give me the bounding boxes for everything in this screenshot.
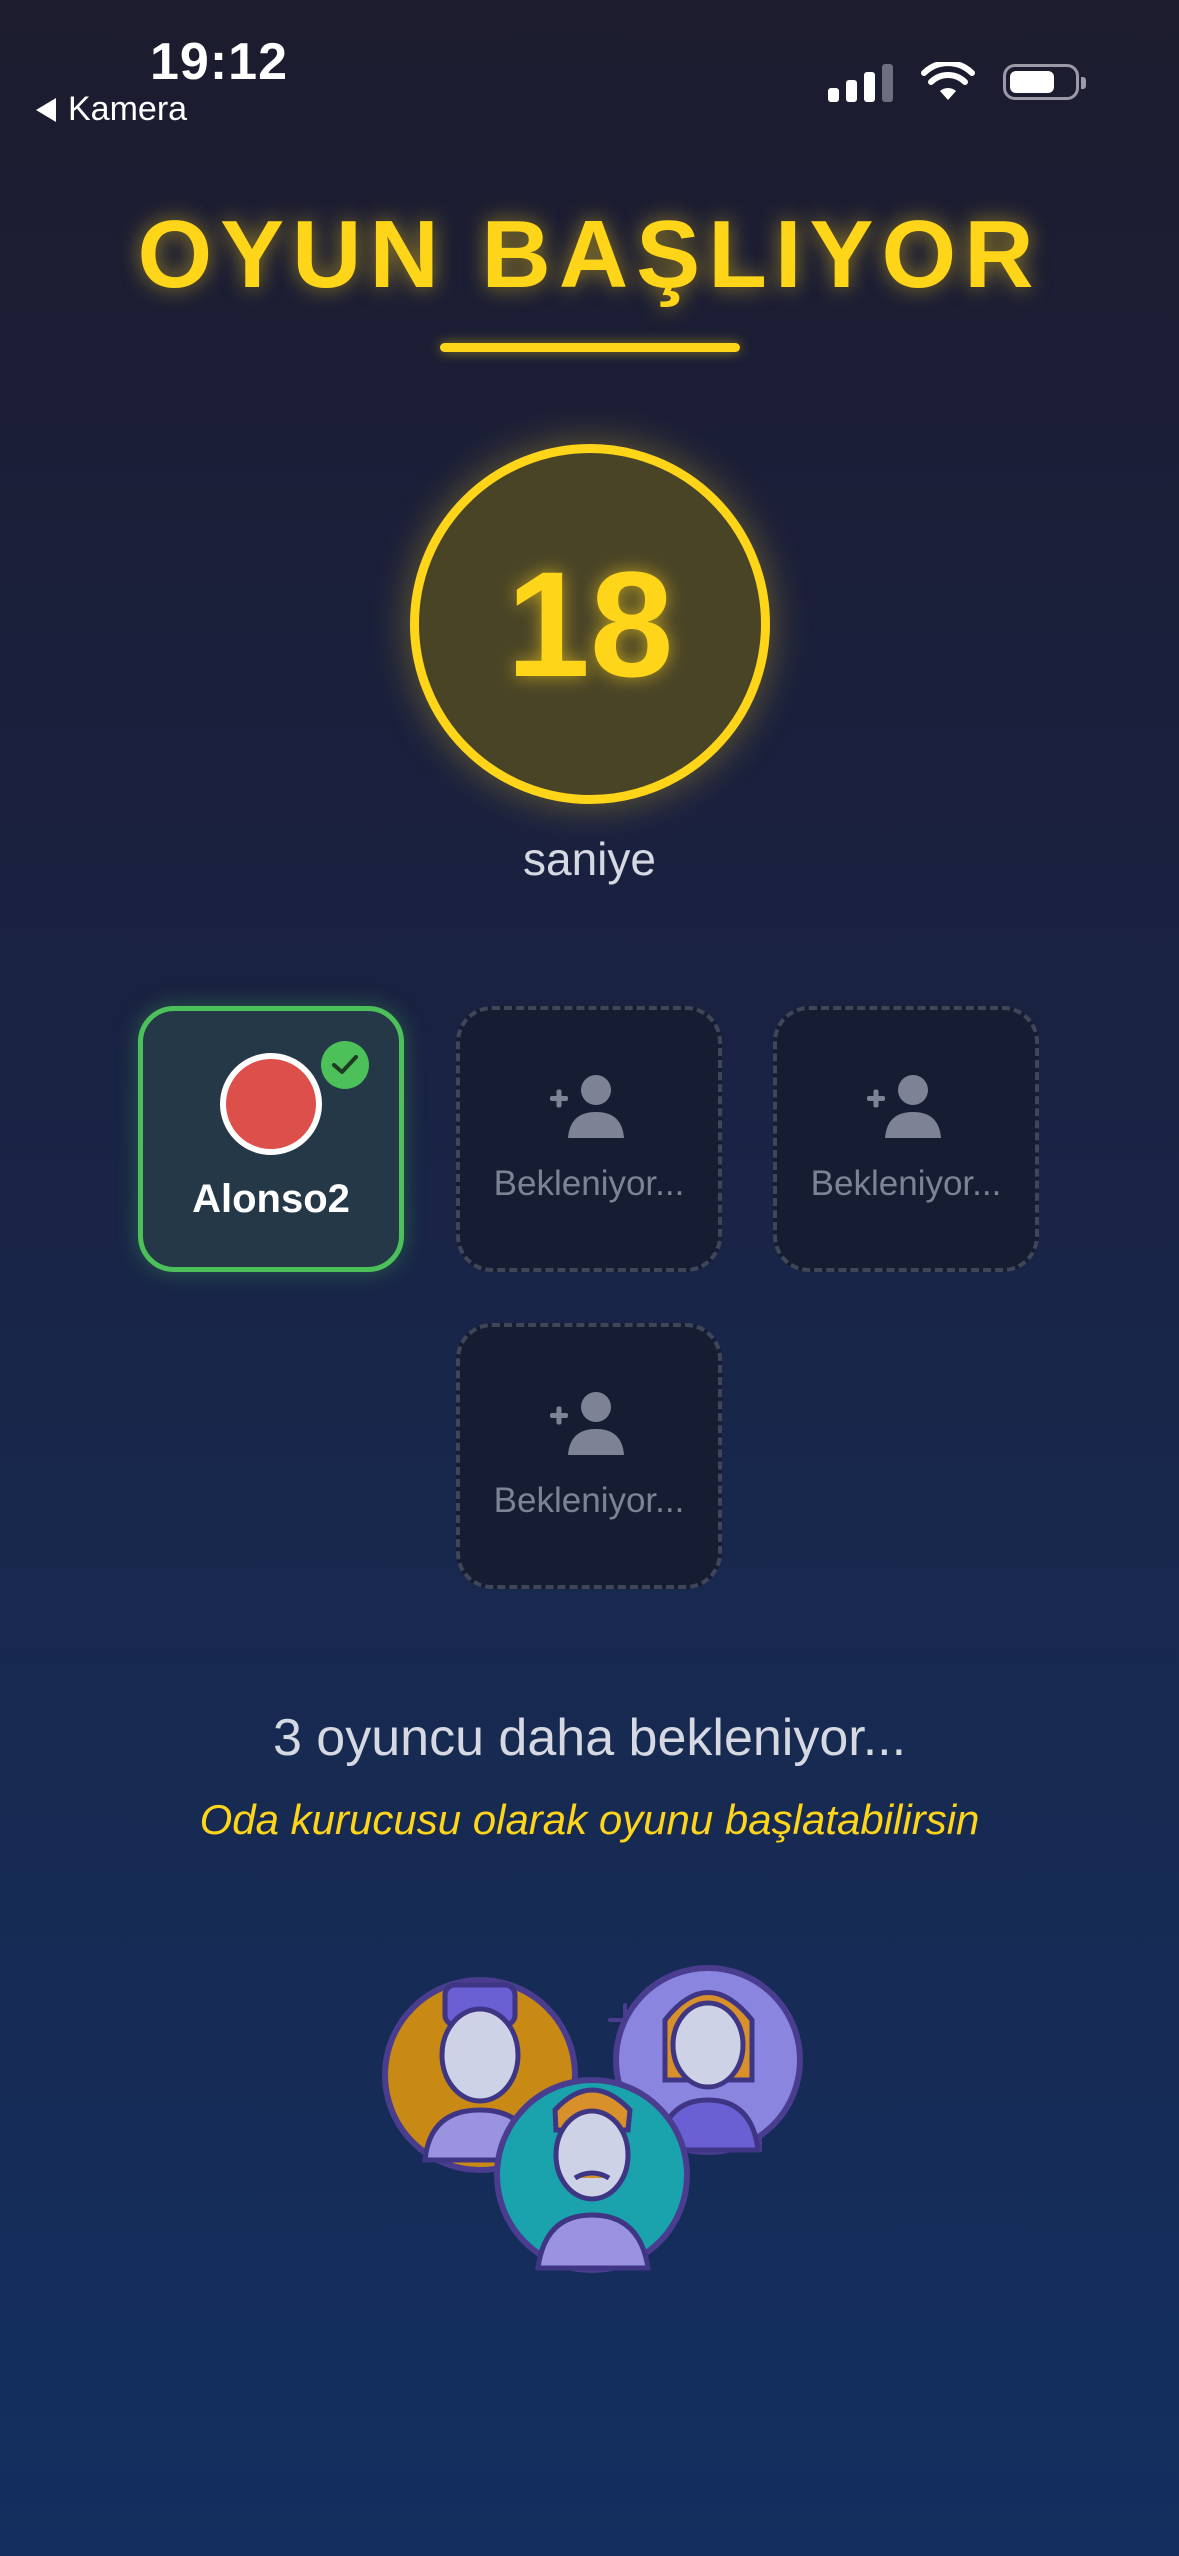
countdown-value: 18 — [506, 539, 674, 708]
player-slot-3: Bekleniyor... — [773, 1006, 1039, 1272]
waiting-players-text: 3 oyuncu daha bekleniyor... — [272, 1709, 907, 1767]
countdown-timer: 18 — [410, 444, 770, 804]
avatar — [220, 1053, 322, 1155]
slot-waiting-label: Bekleniyor... — [810, 1164, 1002, 1203]
back-label: Kamera — [68, 90, 188, 128]
page-title: OYUN BAŞLIYOR — [137, 201, 1042, 308]
countdown-unit: saniye — [523, 833, 656, 885]
back-to-camera-link[interactable]: Kamera — [36, 90, 187, 129]
add-user-icon — [867, 1075, 941, 1138]
title-underline — [440, 343, 740, 352]
add-user-icon — [550, 1075, 624, 1138]
player-slot-1: Alonso2 — [138, 1006, 404, 1272]
battery-icon — [1003, 64, 1086, 100]
player-slot-4: Bekleniyor... — [456, 1323, 722, 1589]
add-user-icon — [550, 1392, 624, 1455]
signal-icon — [828, 62, 893, 102]
host-hint-text: Oda kurucusu olarak oyunu başlatabilirsi… — [199, 1796, 980, 1843]
wifi-icon — [921, 62, 975, 100]
player-name: Alonso2 — [192, 1177, 350, 1221]
status-icons — [828, 62, 1086, 102]
back-arrow-icon — [36, 97, 56, 122]
slot-waiting-label: Bekleniyor... — [493, 1481, 685, 1520]
slot-waiting-label: Bekleniyor... — [493, 1164, 685, 1203]
ready-check-icon — [321, 1041, 369, 1089]
group-players-illustration — [382, 1965, 803, 2273]
player-slot-2: Bekleniyor... — [456, 1006, 722, 1272]
status-time: 19:12 — [150, 33, 288, 91]
